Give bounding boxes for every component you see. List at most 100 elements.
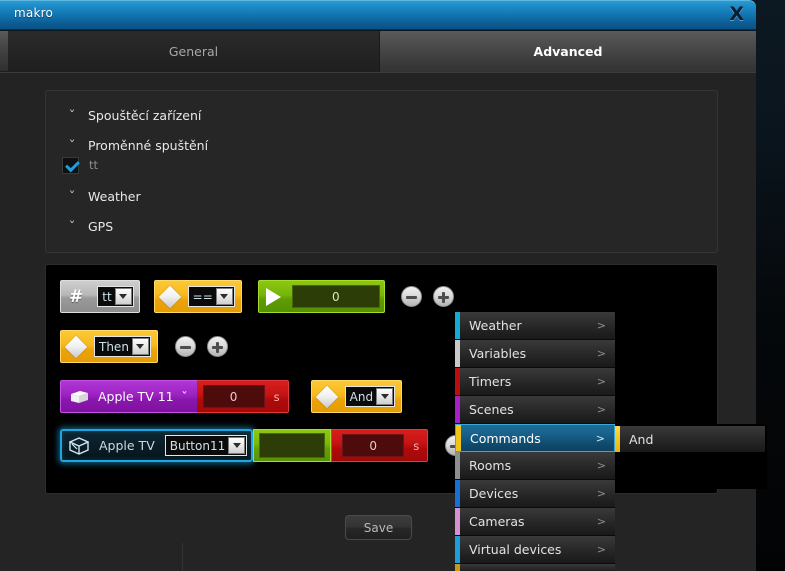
then-dropdown[interactable]: Then	[94, 336, 151, 357]
menu-item-label: Cameras	[469, 514, 525, 529]
menu-item-label: Virtual devices	[469, 542, 562, 557]
color-stripe	[455, 452, 460, 479]
menu-item-label: Rooms	[469, 458, 512, 473]
menu-item-timers[interactable]: Timers >	[455, 368, 615, 396]
play-icon	[265, 287, 281, 306]
save-button[interactable]: Save	[345, 515, 412, 540]
scene-delay-block[interactable]: 0 s	[196, 380, 289, 413]
trigger-variable-tt[interactable]: tt	[62, 155, 98, 175]
device-value-input[interactable]	[259, 433, 326, 458]
remove-condition-button[interactable]	[400, 286, 422, 307]
menu-item-variables[interactable]: Variables >	[455, 340, 615, 368]
context-menu: Weather > Variables > Timers > Scenes > …	[455, 312, 615, 571]
trigger-row-variables[interactable]: ˅ Proměnné spuštění	[64, 135, 209, 155]
trigger-row-gps[interactable]: ˅ GPS	[64, 216, 114, 236]
checkbox-label: tt	[89, 158, 99, 172]
menu-item-cameras[interactable]: Cameras >	[455, 508, 615, 536]
value-block[interactable]: 0	[257, 280, 385, 313]
submenu-item-label: And	[629, 431, 654, 447]
macro-row-device: Apple TV Button11 0 s	[60, 429, 467, 462]
device-delay-input[interactable]: 0	[342, 434, 405, 457]
operator-block[interactable]: ==	[153, 280, 242, 313]
chevron-right-icon: >	[596, 515, 606, 528]
trigger-label: Weather	[88, 188, 141, 204]
and-dropdown-value: And	[349, 389, 374, 404]
variable-dropdown-value: tt	[102, 289, 112, 304]
checkbox-tt[interactable]	[62, 156, 79, 174]
chevron-down-icon: ˅	[68, 219, 76, 232]
scene-delay-unit: s	[273, 389, 280, 404]
macro-row-scene: Apple TV 11 ˅ 0 s And	[60, 380, 403, 413]
color-stripe	[455, 312, 460, 339]
color-stripe	[455, 396, 460, 423]
device-label: Apple TV	[99, 438, 155, 453]
scene-delay-input[interactable]: 0	[202, 385, 265, 408]
color-stripe	[456, 425, 461, 451]
trigger-row-devices[interactable]: ˅ Spouštěcí zařízení	[64, 105, 202, 125]
submenu-item-and[interactable]: And	[615, 426, 765, 452]
chevron-right-icon: >	[596, 487, 606, 500]
color-stripe	[455, 340, 460, 367]
tab-general[interactable]: General	[8, 31, 380, 72]
footer-divider	[182, 543, 183, 571]
add-then-button[interactable]	[206, 336, 228, 357]
device-dropdown[interactable]: Button11	[164, 435, 248, 456]
chevron-right-icon: >	[596, 319, 606, 332]
trigger-row-weather[interactable]: ˅ Weather	[64, 186, 141, 206]
close-icon[interactable]: X	[729, 3, 744, 25]
menu-item-weather[interactable]: Weather >	[455, 312, 615, 340]
and-dropdown[interactable]: And	[344, 386, 396, 407]
chevron-down-icon[interactable]	[114, 288, 132, 305]
dialog-body: ˅ Spouštěcí zařízení ˅ Proměnné spuštění…	[0, 72, 756, 571]
operator-dropdown[interactable]: ==	[187, 286, 235, 307]
menu-item-commands[interactable]: Commands >	[455, 424, 615, 452]
chevron-down-icon[interactable]	[131, 338, 149, 355]
color-stripe	[455, 368, 460, 395]
device-box-icon-svg	[69, 436, 89, 455]
menu-item-label: Commands	[470, 430, 541, 446]
device-delay-block[interactable]: 0 s	[331, 429, 429, 462]
add-condition-button[interactable]	[432, 286, 454, 307]
chevron-down-icon[interactable]	[228, 437, 246, 454]
device-block[interactable]: Apple TV Button11	[60, 429, 254, 462]
chevron-down-icon: ˅	[68, 189, 76, 202]
chevron-down-icon: ˅	[68, 108, 76, 121]
and-block[interactable]: And	[310, 380, 403, 413]
then-block[interactable]: Then	[60, 330, 158, 363]
device-delay-unit: s	[413, 438, 420, 453]
chevron-right-icon: >	[595, 431, 605, 445]
menu-item-virtual-devices[interactable]: Virtual devices >	[455, 536, 615, 564]
remove-then-button[interactable]	[174, 336, 196, 357]
tab-bar: General Advanced	[0, 31, 756, 72]
trigger-label: Spouštěcí zařízení	[88, 107, 202, 123]
menu-item-scenes[interactable]: Scenes >	[455, 396, 615, 424]
chevron-right-icon: >	[596, 459, 606, 472]
scene-label: Apple TV 11	[98, 389, 174, 404]
color-stripe	[615, 426, 620, 452]
device-dropdown-value: Button11	[169, 438, 226, 453]
trigger-panel: ˅ Spouštěcí zařízení ˅ Proměnné spuštění…	[45, 90, 718, 253]
chevron-right-icon: >	[596, 403, 606, 416]
hash-icon: #	[69, 286, 84, 307]
variable-dropdown[interactable]: tt	[97, 286, 134, 307]
device-value-block[interactable]	[253, 429, 332, 462]
chevron-down-icon[interactable]	[215, 288, 233, 305]
chevron-down-icon[interactable]: ˅	[181, 391, 188, 402]
chevron-down-icon: ˅	[68, 138, 76, 151]
menu-item-label: Variables	[469, 346, 527, 361]
menu-item-rooms[interactable]: Rooms >	[455, 452, 615, 480]
scene-icon	[69, 389, 89, 405]
macro-row-condition: # tt == 0	[60, 280, 454, 313]
variable-block[interactable]: # tt	[60, 280, 140, 313]
scene-block[interactable]: Apple TV 11 ˅	[60, 380, 197, 413]
trigger-label: Proměnné spuštění	[88, 137, 209, 153]
chevron-down-icon[interactable]	[376, 388, 394, 405]
menu-item-devices[interactable]: Devices >	[455, 480, 615, 508]
value-input[interactable]: 0	[291, 285, 380, 308]
menu-item-partial[interactable]	[455, 564, 615, 571]
tab-advanced[interactable]: Advanced	[380, 31, 756, 72]
then-dropdown-value: Then	[99, 339, 129, 354]
menu-item-label: Scenes	[469, 402, 514, 417]
trigger-label: GPS	[88, 218, 114, 234]
menu-item-label: Weather	[469, 318, 522, 333]
